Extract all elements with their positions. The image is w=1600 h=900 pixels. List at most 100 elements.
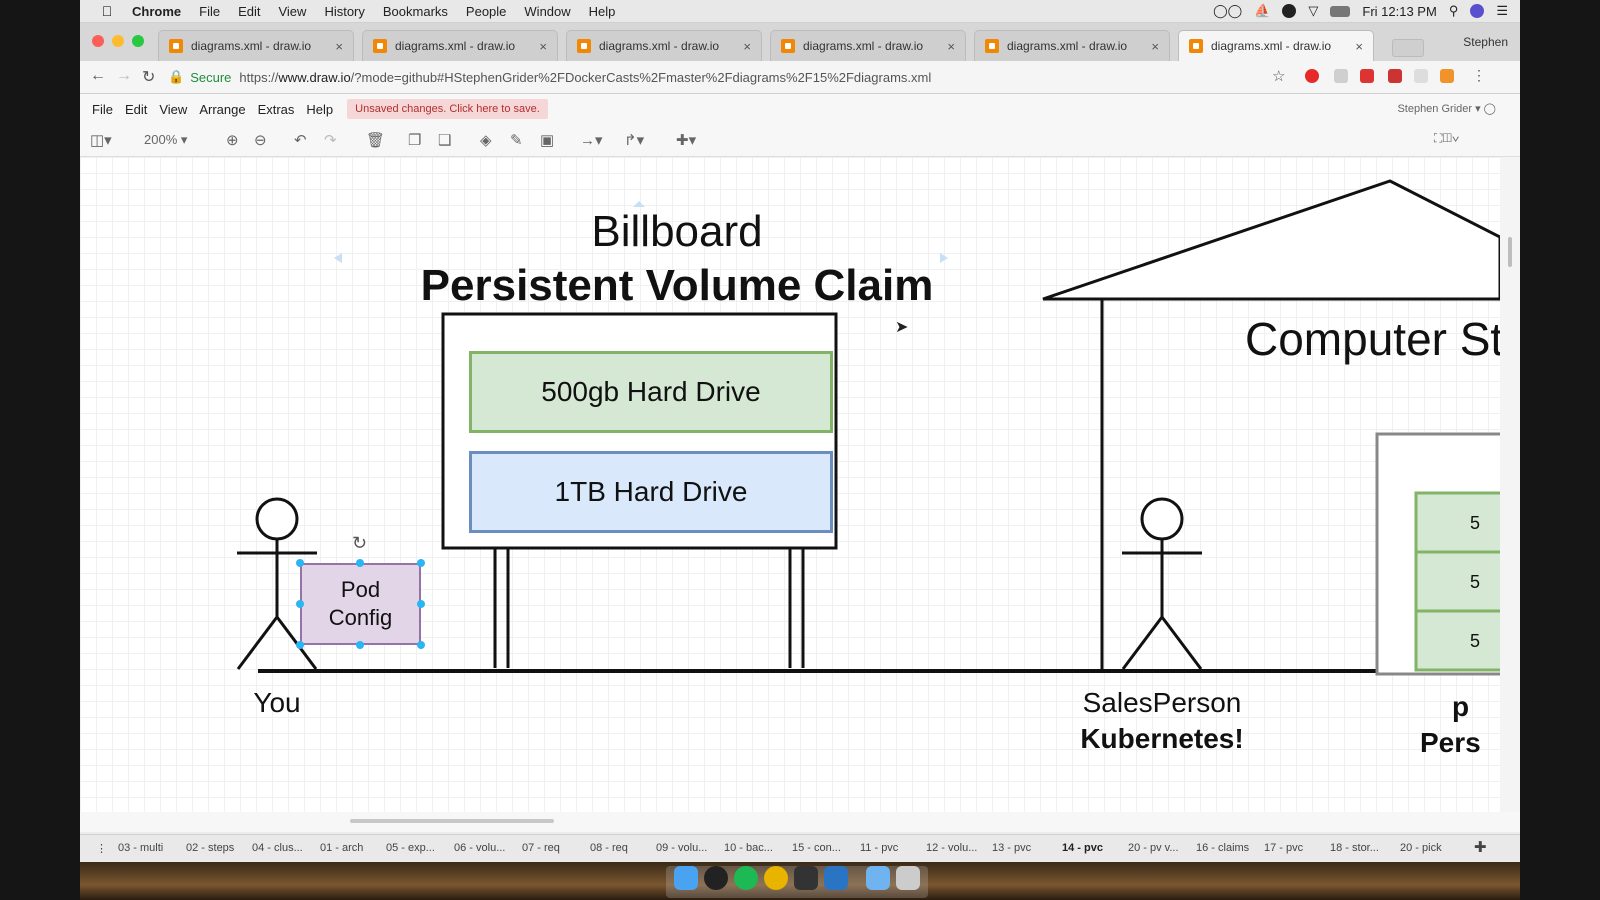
page-tab[interactable]: 09 - volu... xyxy=(656,842,707,854)
fullscreen-icon[interactable]: ⛶◫∨ xyxy=(1434,131,1459,146)
page-tab[interactable]: 16 - claims xyxy=(1196,842,1249,854)
drawio-menu-edit[interactable]: Edit xyxy=(125,102,147,117)
add-page-icon[interactable]: ✚ xyxy=(1474,838,1487,856)
menu-help[interactable]: Help xyxy=(589,4,616,19)
rotate-handle-icon[interactable]: ↻ xyxy=(352,533,367,554)
page-tab[interactable]: 02 - steps xyxy=(186,842,234,854)
resize-handle[interactable] xyxy=(417,559,425,567)
tab-close-icon[interactable]: × xyxy=(947,39,955,54)
tab-close-icon[interactable]: × xyxy=(335,39,343,54)
resize-handle[interactable] xyxy=(417,600,425,608)
tab-close-icon[interactable]: × xyxy=(743,39,751,54)
diagram-canvas[interactable]: Billboard Persistent Volume Claim Comput… xyxy=(80,157,1500,812)
resize-handle[interactable] xyxy=(296,600,304,608)
diagram-title-billboard[interactable]: Billboard xyxy=(527,207,827,257)
store-label[interactable]: Computer St xyxy=(1245,312,1500,366)
page-tab[interactable]: 18 - stor... xyxy=(1330,842,1379,854)
pages-menu-icon[interactable]: ⋮ xyxy=(96,842,107,855)
reload-icon[interactable]: ↻ xyxy=(142,67,155,87)
waypoints-icon[interactable]: ↱▾ xyxy=(624,131,644,149)
extension-puzzle-icon[interactable] xyxy=(1388,69,1402,83)
siri-icon[interactable] xyxy=(1470,4,1485,18)
chrome-menu-icon[interactable]: ⋮ xyxy=(1472,67,1486,84)
extension-grey-icon[interactable] xyxy=(1414,69,1428,83)
browser-tab[interactable]: diagrams.xml - draw.io × xyxy=(158,30,354,61)
menu-edit[interactable]: Edit xyxy=(238,4,260,19)
vertical-scrollbar[interactable] xyxy=(1500,157,1520,812)
battery-icon[interactable] xyxy=(1330,5,1351,17)
clock[interactable]: Fri 12:13 PM xyxy=(1362,4,1436,19)
vertical-scroll-thumb[interactable] xyxy=(1508,237,1512,267)
wifi-icon[interactable]: ▽ xyxy=(1308,3,1318,19)
page-tab[interactable]: 13 - pvc xyxy=(992,842,1031,854)
new-tab-button[interactable] xyxy=(1392,39,1424,57)
resize-handle[interactable] xyxy=(417,641,425,649)
obs-dock-icon[interactable] xyxy=(704,866,728,890)
page-tab[interactable]: 15 - con... xyxy=(792,842,841,854)
page-tab[interactable]: 10 - bac... xyxy=(724,842,773,854)
tab-close-icon[interactable]: × xyxy=(1355,39,1363,54)
unsaved-changes-button[interactable]: Unsaved changes. Click here to save. xyxy=(347,99,548,119)
drive-500gb-box[interactable]: 500gb Hard Drive xyxy=(469,351,833,433)
zoom-out-icon[interactable]: ⊖ xyxy=(254,131,267,149)
resize-handle[interactable] xyxy=(296,559,304,567)
fill-color-icon[interactable]: ◈ xyxy=(480,131,492,149)
notification-center-icon[interactable]: ☰ xyxy=(1496,3,1508,19)
delete-icon[interactable]: 🗑 xyxy=(366,131,385,149)
page-tab[interactable]: 04 - clus... xyxy=(252,842,303,854)
drawio-menu-view[interactable]: View xyxy=(159,102,187,117)
to-back-icon[interactable]: ❑ xyxy=(438,131,451,149)
page-tab[interactable]: 05 - exp... xyxy=(386,842,435,854)
user-menu[interactable]: Stephen Grider ▾ ◯ xyxy=(1397,102,1496,115)
to-front-icon[interactable]: ❐ xyxy=(408,131,421,149)
drawio-menu-extras[interactable]: Extras xyxy=(258,102,295,117)
insert-icon[interactable]: ✚▾ xyxy=(676,131,696,149)
trash-icon[interactable] xyxy=(896,866,920,890)
redo-icon[interactable]: ↷ xyxy=(324,131,337,149)
menu-bookmarks[interactable]: Bookmarks xyxy=(383,4,448,19)
folder-icon[interactable] xyxy=(866,866,890,890)
browser-tab-active[interactable]: diagrams.xml - draw.io × xyxy=(1178,30,1374,61)
connection-icon[interactable]: →▾ xyxy=(580,131,603,149)
menu-history[interactable]: History xyxy=(324,4,364,19)
bookmark-star-icon[interactable]: ☆ xyxy=(1272,67,1285,85)
zoom-select[interactable]: 200% ▾ xyxy=(144,132,187,148)
drawio-menu-help[interactable]: Help xyxy=(306,102,333,117)
page-tab[interactable]: 07 - req xyxy=(522,842,560,854)
drawio-menu-file[interactable]: File xyxy=(92,102,113,117)
browser-tab[interactable]: diagrams.xml - draw.io × xyxy=(566,30,762,61)
browser-tab[interactable]: diagrams.xml - draw.io × xyxy=(362,30,558,61)
browser-tab[interactable]: diagrams.xml - draw.io × xyxy=(770,30,966,61)
vscode-icon[interactable] xyxy=(824,866,848,890)
opera-extension-icon[interactable] xyxy=(1305,69,1319,83)
tab-close-icon[interactable]: × xyxy=(539,39,547,54)
pod-config-box[interactable]: Pod Config xyxy=(300,563,421,645)
page-tab-active[interactable]: 14 - pvc xyxy=(1062,842,1103,854)
diagram-title-pvc[interactable]: Persistent Volume Claim xyxy=(350,261,1004,311)
page-tab[interactable]: 06 - volu... xyxy=(454,842,505,854)
menu-app-name[interactable]: Chrome xyxy=(132,4,181,19)
resize-handle[interactable] xyxy=(356,559,364,567)
zoom-window-button[interactable] xyxy=(132,35,144,47)
glasses-icon[interactable]: ◯◯ xyxy=(1213,3,1242,19)
page-tab[interactable]: 12 - volu... xyxy=(926,842,977,854)
spotlight-icon[interactable]: ⚲ xyxy=(1449,3,1459,19)
page-tab[interactable]: 08 - req xyxy=(590,842,628,854)
forward-icon[interactable]: → xyxy=(116,67,132,85)
page-tab[interactable]: 20 - pv v... xyxy=(1128,842,1179,854)
menu-file[interactable]: File xyxy=(199,4,220,19)
label-you[interactable]: You xyxy=(237,687,317,719)
minimize-window-button[interactable] xyxy=(112,35,124,47)
horizontal-scroll-thumb[interactable] xyxy=(350,819,554,823)
format-panel-icon[interactable]: ◫▾ xyxy=(90,131,112,149)
page-tab[interactable]: 20 - pick xyxy=(1400,842,1442,854)
menu-window[interactable]: Window xyxy=(524,4,570,19)
drive-1tb-box[interactable]: 1TB Hard Drive xyxy=(469,451,833,533)
extension-orange-icon[interactable] xyxy=(1440,69,1454,83)
zoom-in-icon[interactable]: ⊕ xyxy=(226,131,239,149)
tab-close-icon[interactable]: × xyxy=(1151,39,1159,54)
close-window-button[interactable] xyxy=(92,35,104,47)
resize-handle[interactable] xyxy=(356,641,364,649)
url-field[interactable]: 🔒 Secure https://www.draw.io/?mode=githu… xyxy=(168,65,1298,89)
resize-handle[interactable] xyxy=(296,641,304,649)
